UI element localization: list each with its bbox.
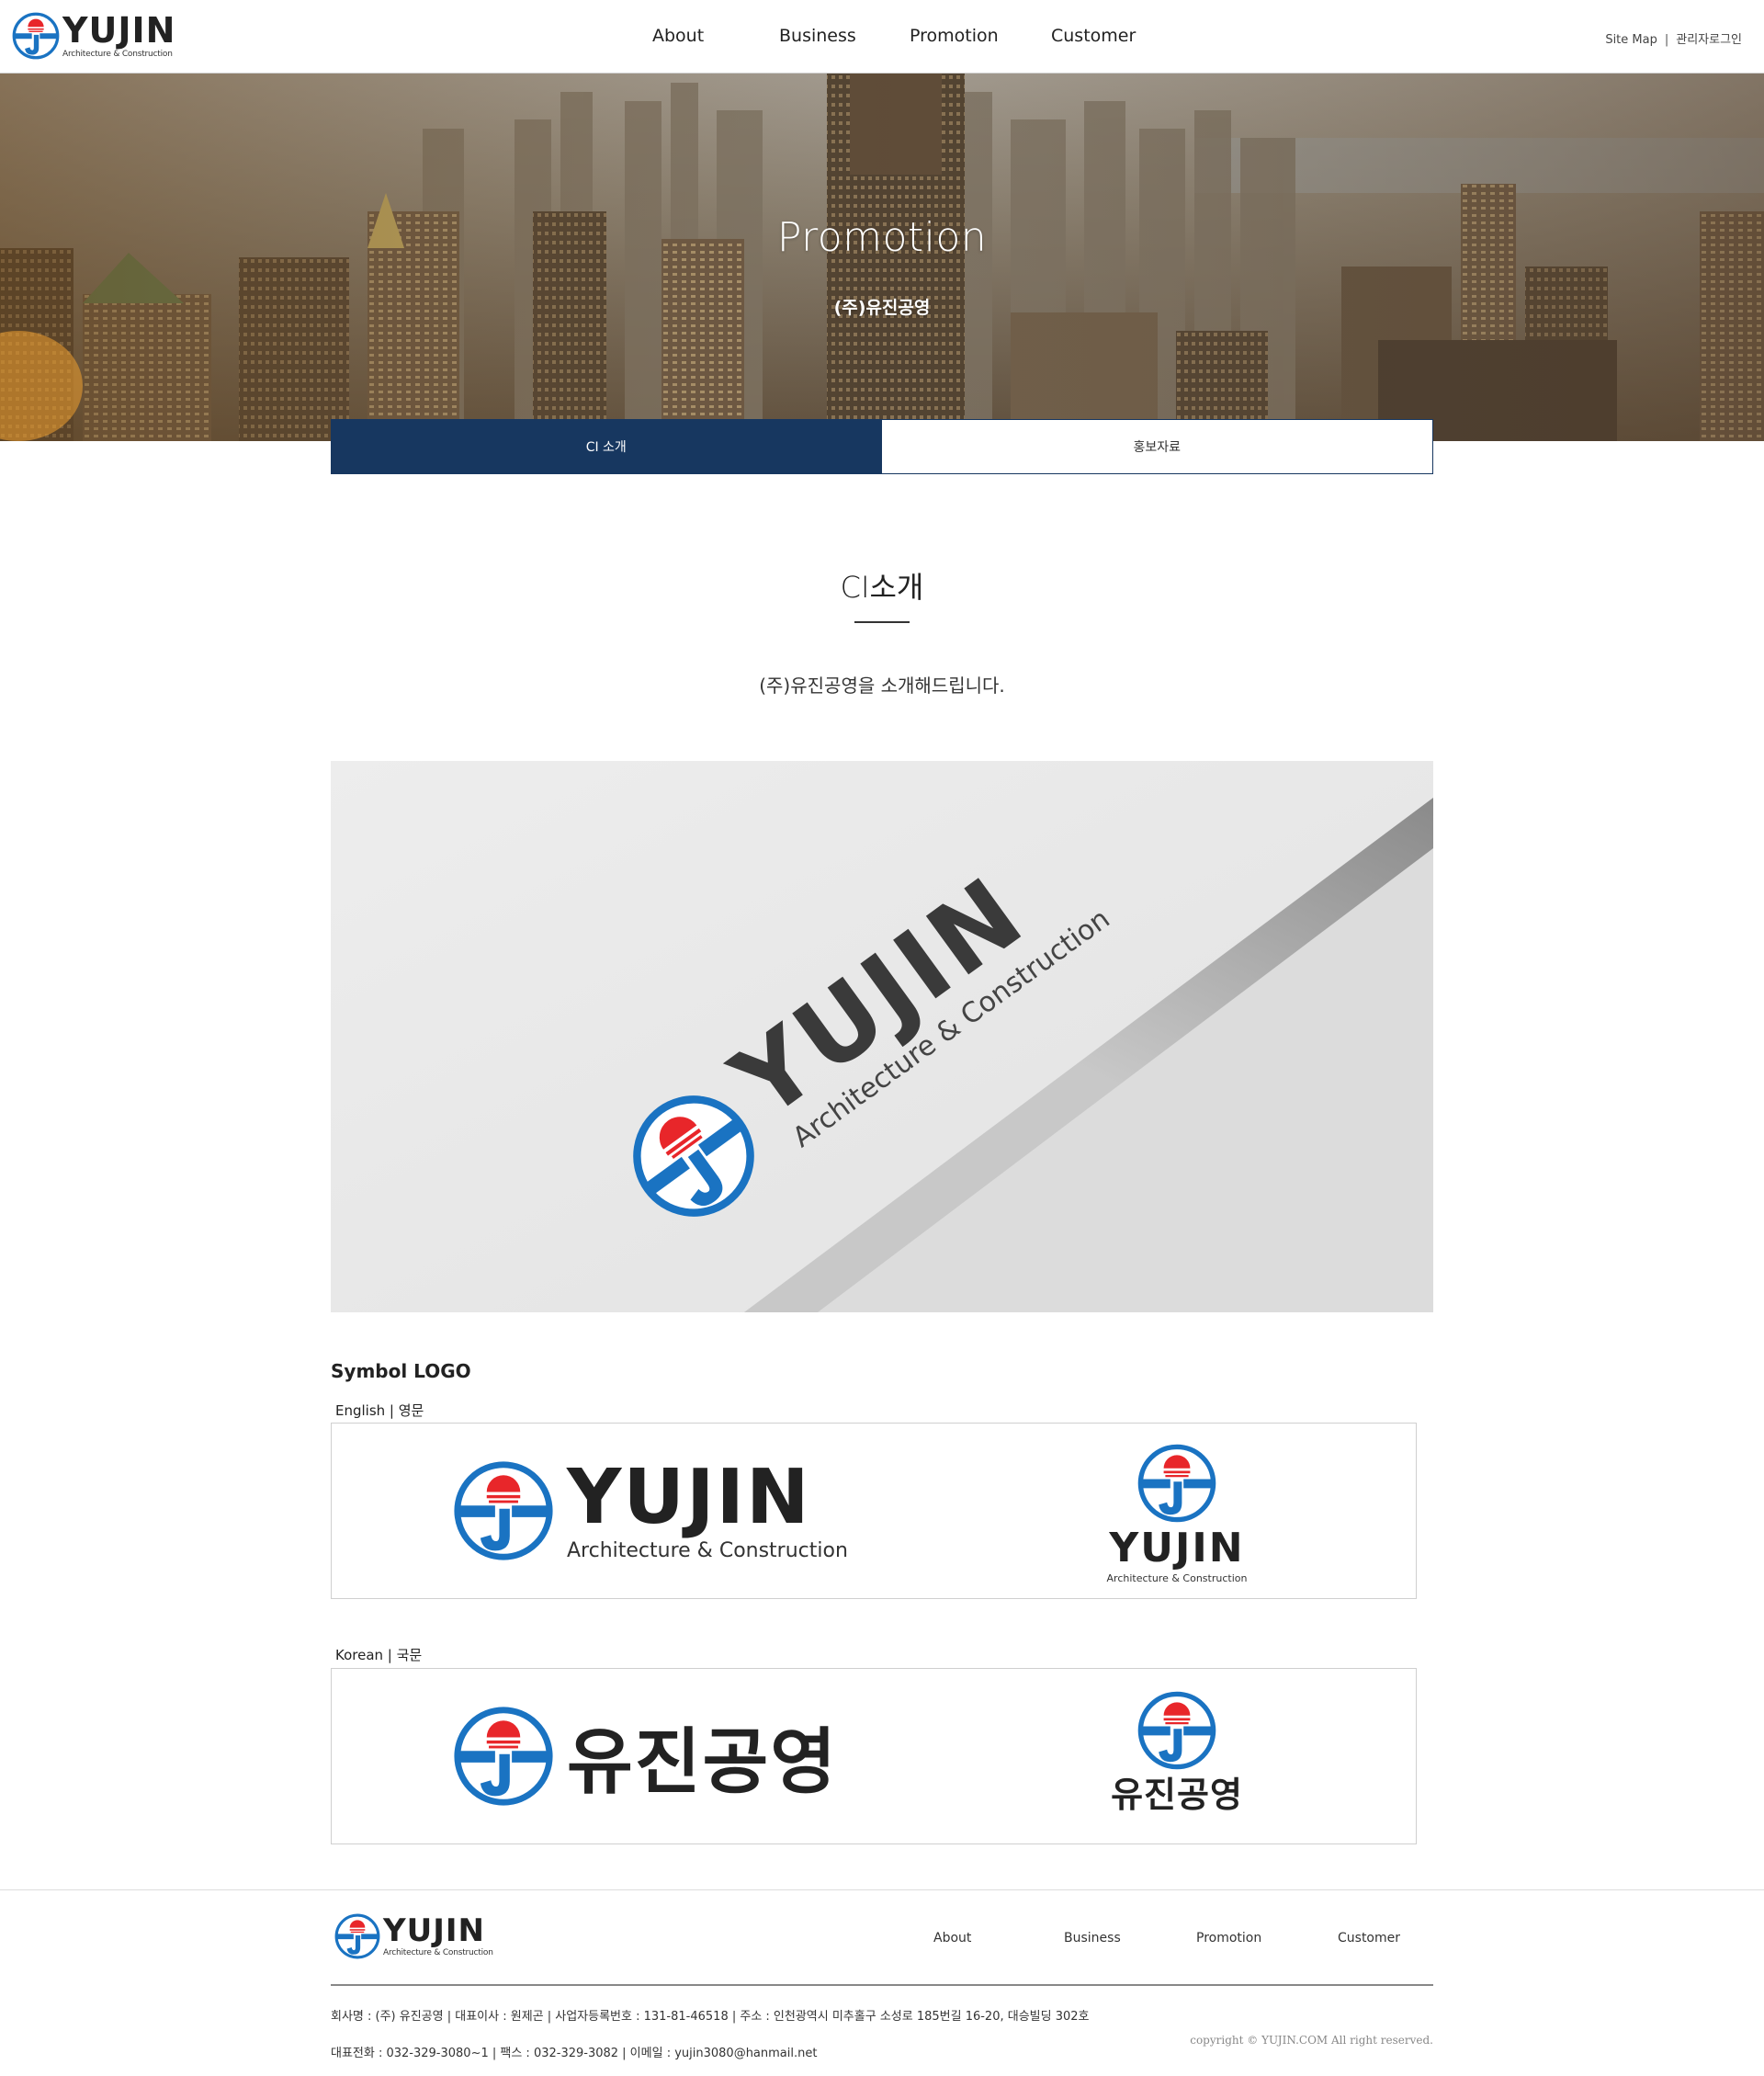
util-separator: | <box>1664 33 1669 47</box>
header-brand-name: YUJIN <box>62 10 176 51</box>
yujin-logo-mark-icon <box>1137 1691 1216 1770</box>
yujin-logo-mark-icon <box>334 1913 380 1959</box>
footer-brand-name: YUJIN <box>383 1912 485 1949</box>
footer-nav-customer[interactable]: Customer <box>1338 1931 1400 1946</box>
page-description: (주)유진공영을 소개해드립니다. <box>759 675 1005 697</box>
hero-banner: Promotion (주)유진공영 <box>0 74 1764 441</box>
korean-horizontal-logo: 유진공영 <box>451 1704 838 1809</box>
footer-nav-business[interactable]: Business <box>1064 1931 1121 1946</box>
footer-nav-promotion[interactable]: Promotion <box>1196 1931 1261 1946</box>
korean-logo-box: 유진공영 유진공영 <box>331 1668 1417 1844</box>
footer-brand-sub: Architecture & Construction <box>383 1948 493 1957</box>
header-logo[interactable]: YUJIN Architecture & Construction <box>11 11 175 61</box>
header-brand-sub: Architecture & Construction <box>62 50 173 59</box>
nav-customer[interactable]: Customer <box>1051 26 1136 46</box>
korean-logo-label: Korean | 국문 <box>335 1647 423 1663</box>
yujin-logo-mark-icon <box>454 1461 553 1560</box>
utility-links: Site Map | 관리자로그인 <box>1605 29 1742 47</box>
company-info: 회사명 : (주) 유진공영 | 대표이사 : 원제곤 | 사업자등록번호 : … <box>331 2010 1090 2024</box>
site-header: YUJIN Architecture & Construction About … <box>0 0 1764 74</box>
site-footer: YUJIN Architecture & Construction About … <box>0 1889 1764 2076</box>
footer-divider <box>331 1984 1433 1986</box>
korean-stacked-name: 유진공영 <box>1111 1775 1243 1815</box>
english-logo-box: YUJIN Architecture & Construction YUJIN … <box>331 1423 1417 1599</box>
hero-subtitle: (주)유진공영 <box>833 298 931 318</box>
footer-logo[interactable]: YUJIN Architecture & Construction <box>334 1912 493 1960</box>
sub-tabs: CI 소개 홍보자료 <box>331 419 1433 474</box>
ci-mockup-image: YUJIN Architecture & Construction <box>331 761 1433 1312</box>
logo-paper-mockup: YUJIN Architecture & Construction <box>331 761 1433 1312</box>
yujin-logo-mark-icon <box>454 1707 553 1806</box>
korean-stacked-logo: 유진공영 <box>1094 1689 1260 1812</box>
contact-info: 대표전화 : 032-329-3080~1 | 팩스 : 032-329-308… <box>331 2047 818 2060</box>
footer-nav-about[interactable]: About <box>933 1931 971 1946</box>
yujin-logo-mark-icon <box>1137 1444 1216 1523</box>
nav-business[interactable]: Business <box>779 26 856 46</box>
nav-about[interactable]: About <box>652 26 704 46</box>
page-title: CI소개 <box>840 570 924 605</box>
tab-promo-materials[interactable]: 홍보자료 <box>881 419 1433 474</box>
nav-promotion[interactable]: Promotion <box>910 26 999 46</box>
korean-logo-name: 유진공영 <box>567 1721 839 1804</box>
english-logo-name: YUJIN <box>567 1454 811 1541</box>
symbol-logo-title: Symbol LOGO <box>331 1360 471 1382</box>
english-stacked-name: YUJIN <box>1109 1525 1245 1571</box>
hero-title: Promotion <box>776 214 988 261</box>
english-stacked-logo: YUJIN Architecture & Construction <box>1094 1442 1260 1584</box>
english-logo-label: English | 영문 <box>335 1402 424 1419</box>
admin-login-link[interactable]: 관리자로그인 <box>1676 33 1742 47</box>
copyright: copyright © YUJIN.COM All right reserved… <box>1190 2034 1433 2047</box>
english-logo-sub: Architecture & Construction <box>567 1539 848 1562</box>
tab-ci-intro[interactable]: CI 소개 <box>331 419 882 474</box>
yujin-logo-mark-icon <box>12 12 60 60</box>
english-stacked-sub: Architecture & Construction <box>1106 1572 1248 1584</box>
sitemap-link[interactable]: Site Map <box>1605 33 1657 47</box>
title-divider <box>854 621 910 623</box>
english-horizontal-logo: YUJIN Architecture & Construction <box>451 1458 848 1563</box>
